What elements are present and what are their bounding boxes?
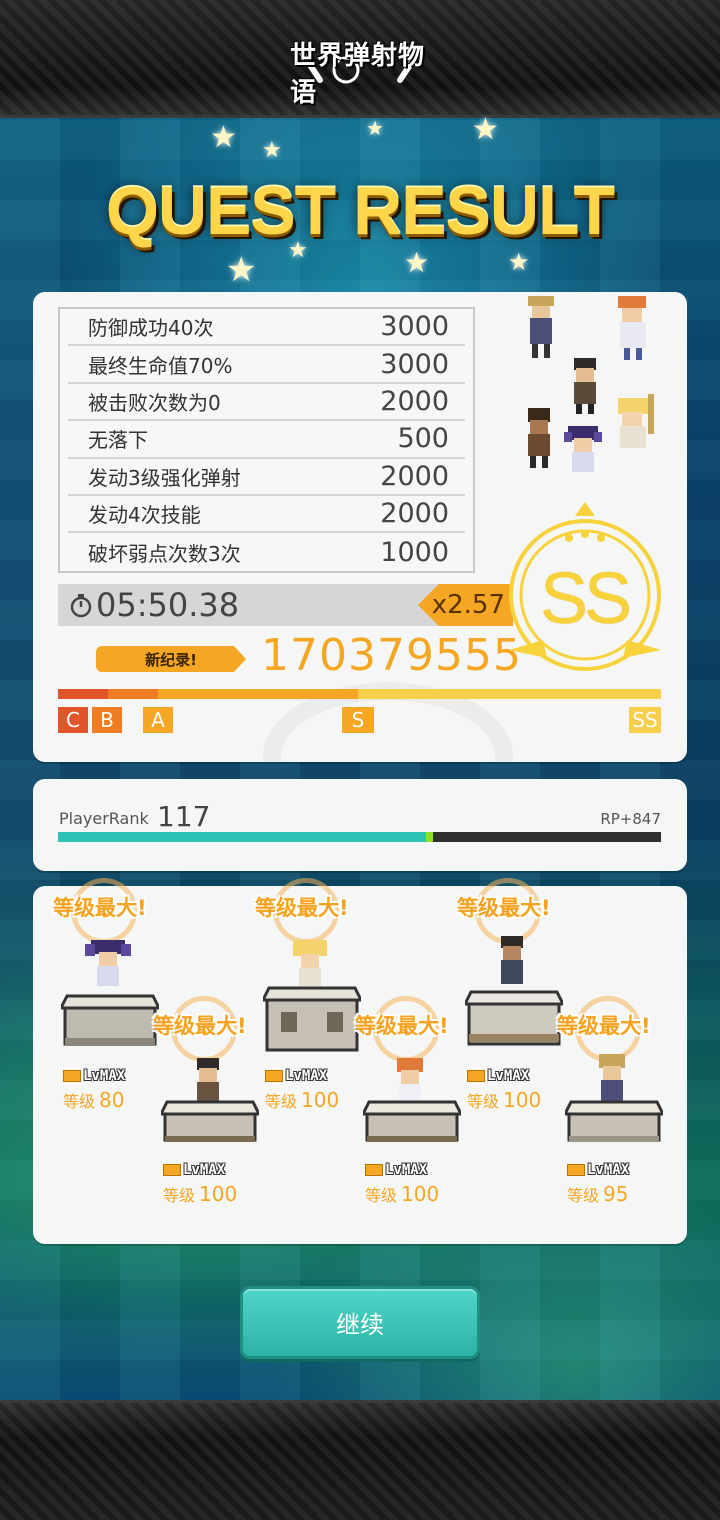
title-area: ★ ★ ★ ★ ★ ★ ★ ★ QUEST RESULT <box>0 112 720 290</box>
level-max-badge: 等级最大! <box>457 896 551 920</box>
player-rank-progress-fill <box>58 832 426 842</box>
star-icon: ★ <box>404 246 430 279</box>
bonus-label: 发动4次技能 <box>88 503 201 528</box>
bonus-value: 2000 <box>380 460 449 492</box>
rank-segment-c <box>58 689 108 699</box>
party-sprites <box>508 294 687 484</box>
continue-button[interactable]: 继续 <box>240 1286 480 1359</box>
bonus-label: 破坏弱点次数3次 <box>88 541 241 566</box>
top-bar: 世界弹射物语 <box>0 0 720 118</box>
rank-mark-s: S <box>342 699 374 733</box>
bonus-row: 发动3级强化弹射 2000 <box>68 459 465 496</box>
clear-time: 05:50.38 <box>96 586 240 624</box>
lvmax-tag: LvMAX <box>467 1068 529 1084</box>
new-record-badge: 新纪录! <box>96 646 246 672</box>
unit-level: 等级 100 <box>265 1088 340 1112</box>
bonus-row: 破坏弱点次数3次 1000 <box>68 533 465 570</box>
star-icon: ★ <box>472 112 499 147</box>
bonus-value: 3000 <box>380 311 449 343</box>
units-panel: 等级最大! LvMAX 等级 80 等级最大! LvMAX 等级 100 等级最… <box>33 878 687 1246</box>
bonus-value: 500 <box>397 423 449 455</box>
star-icon: ★ <box>508 248 530 276</box>
bonus-row: 发动4次技能 2000 <box>68 496 465 534</box>
unit-level: 等级 80 <box>63 1088 125 1112</box>
rank-mark-b: B <box>92 699 122 733</box>
page-title: QUEST RESULT <box>105 173 615 249</box>
rank-segment-a <box>158 689 358 699</box>
star-icon: ★ <box>262 138 282 163</box>
rank-mark-a: A <box>143 699 173 733</box>
lvmax-tag: LvMAX <box>63 1068 125 1084</box>
bonus-label: 发动3级强化弹射 <box>88 465 241 490</box>
rank-mark-ss: SS <box>629 699 661 733</box>
unit-card: 等级最大! LvMAX 等级 95 <box>557 996 677 1246</box>
bonus-value: 2000 <box>380 385 449 417</box>
character-sprite <box>618 296 646 360</box>
bonus-label: 防御成功40次 <box>88 316 214 341</box>
clear-time-bar: 05:50.38 x2.57 <box>58 584 513 626</box>
bottom-bar <box>0 1400 720 1520</box>
total-score: 170379555 <box>261 630 522 681</box>
player-rank-progress-gain <box>426 832 433 842</box>
bonus-value: 1000 <box>380 536 449 568</box>
bonus-row: 无落下 500 <box>68 421 465 459</box>
star-icon: ★ <box>210 120 237 155</box>
stopwatch-icon <box>70 594 92 618</box>
rank-segment-s <box>358 689 661 699</box>
bonus-label: 被击败次数为0 <box>88 390 221 415</box>
rank-points-gained: RP+847 <box>600 810 661 828</box>
game-logo: 世界弹射物语 <box>290 40 430 108</box>
bonus-value: 3000 <box>380 348 449 380</box>
unit-pedestal <box>465 990 563 1046</box>
rank-segment-b <box>108 689 158 699</box>
rank-progress-track <box>58 689 661 699</box>
bonus-row: 被击败次数为0 2000 <box>68 384 465 422</box>
character-sprite <box>618 394 654 448</box>
unit-pedestal <box>61 994 159 1046</box>
unit-pedestal <box>363 1100 461 1142</box>
level-max-badge: 等级最大! <box>557 1014 651 1038</box>
player-rank-value: 117 <box>157 800 211 833</box>
star-icon: ★ <box>366 116 384 140</box>
unit-level: 等级 100 <box>467 1088 542 1112</box>
bonus-row: 最终生命值70% 3000 <box>68 346 465 384</box>
character-sprite <box>574 358 596 414</box>
player-rank-label: PlayerRank <box>59 809 149 828</box>
lvmax-tag: LvMAX <box>265 1068 327 1084</box>
bonus-label: 最终生命值70% <box>88 353 233 378</box>
lvmax-tag: LvMAX <box>567 1162 629 1178</box>
logo-text: 世界弹射物语 <box>290 41 426 108</box>
character-sprite <box>528 408 550 468</box>
grade-badge: SS <box>505 500 665 675</box>
unit-pedestal <box>263 986 361 1052</box>
level-max-badge: 等级最大! <box>255 896 349 920</box>
level-max-badge: 等级最大! <box>53 896 147 920</box>
unit-level: 等级 100 <box>365 1182 440 1206</box>
player-rank-panel: PlayerRank 117 RP+847 <box>33 779 687 871</box>
bonus-label: 无落下 <box>88 428 148 453</box>
bonus-row: 防御成功40次 3000 <box>68 309 465 347</box>
star-icon: ★ <box>226 250 257 290</box>
bonus-value: 2000 <box>380 498 449 530</box>
unit-level: 等级 100 <box>163 1182 238 1206</box>
lvmax-tag: LvMAX <box>365 1162 427 1178</box>
lvmax-tag: LvMAX <box>163 1162 225 1178</box>
grade-text: SS <box>539 559 632 639</box>
rank-mark-c: C <box>58 699 88 733</box>
unit-pedestal <box>161 1100 259 1142</box>
result-panel: 防御成功40次 3000 最终生命值70% 3000 被击败次数为0 2000 … <box>33 292 687 762</box>
player-rank-progress <box>58 832 661 842</box>
unit-level: 等级 95 <box>567 1182 629 1206</box>
character-sprite <box>528 296 554 358</box>
unit-pedestal <box>565 1100 663 1142</box>
character-sprite <box>564 426 602 472</box>
bonus-table: 防御成功40次 3000 最终生命值70% 3000 被击败次数为0 2000 … <box>58 307 475 573</box>
